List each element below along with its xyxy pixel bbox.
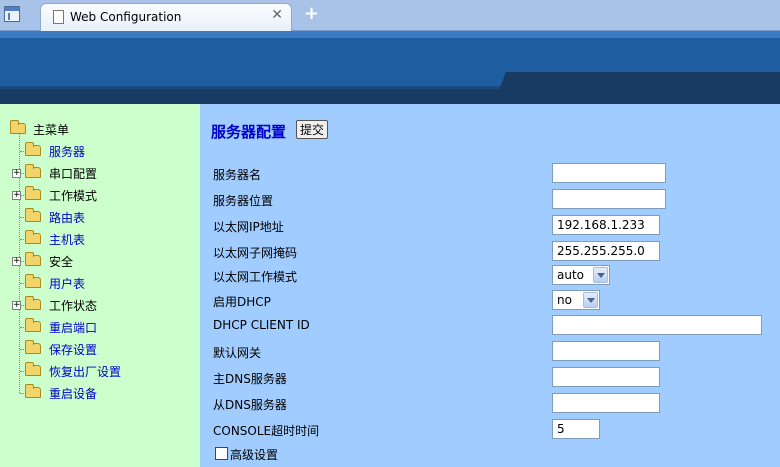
banner-highlight [0,31,780,38]
sidebar-item-label: 串口配置 [49,167,98,181]
window-menu-icon[interactable] [4,6,20,22]
text-input[interactable]: 192.168.1.233 [552,215,660,235]
sidebar-item-label: 路由表 [49,211,86,225]
submit-button[interactable]: 提交 [296,120,329,139]
sidebar-item[interactable]: + 工作模式 [0,184,200,206]
advanced-settings-label: 高级设置 [230,448,279,462]
banner-wedge [494,72,780,104]
folder-open-icon [10,120,26,134]
sidebar-item-label: 安全 [49,255,74,269]
browser-tabstrip: Web Configuration ✕ + [0,0,780,31]
sidebar-item-label: 工作状态 [49,299,98,313]
sidebar-item[interactable]: 用户表 [0,272,200,294]
field-label: 默认网关 [213,346,262,360]
field-label: 主DNS服务器 [213,372,287,386]
field-label: 服务器名 [213,168,262,182]
sidebar-item[interactable]: 重启设备 [0,382,200,404]
sidebar-item[interactable]: + 工作状态 [0,294,200,316]
text-input[interactable] [552,367,660,387]
field-label: DHCP CLIENT ID [213,318,310,332]
text-input[interactable]: 255.255.255.0 [552,241,660,261]
sidebar-item[interactable]: 重启端口 [0,316,200,338]
sidebar-item-label: 重启端口 [49,321,98,335]
text-input[interactable] [552,341,660,361]
new-tab-icon[interactable]: + [304,3,319,24]
text-input[interactable] [552,315,762,335]
sidebar-item[interactable]: 保存设置 [0,338,200,360]
chevron-down-icon[interactable] [583,292,598,308]
sidebar-root[interactable]: 主菜单 [0,118,200,140]
sidebar-menu: 主菜单 服务器 + 串口配置 + 工作模式路由表主机表 + 安全用户表 + 工作状态重启端口保存… [0,104,200,467]
text-input[interactable]: 5 [552,419,600,439]
sidebar-item-label: 用户表 [49,277,86,291]
advanced-settings-checkbox[interactable] [215,447,228,460]
folder-icon [25,230,41,244]
header-banner [0,31,780,104]
sidebar-item[interactable]: 路由表 [0,206,200,228]
sidebar-item-label: 重启设备 [49,387,98,401]
field-label: 以太网工作模式 [213,270,298,284]
text-input[interactable] [552,189,666,209]
folder-icon [25,384,41,398]
folder-icon [25,164,41,178]
page-icon [53,10,64,24]
folder-icon [25,142,41,156]
page-title: 服务器配置 [211,123,287,141]
field-label: 以太网子网掩码 [213,246,298,260]
expand-icon[interactable]: + [12,301,21,310]
sidebar-item[interactable]: + 安全 [0,250,200,272]
field-label: 从DNS服务器 [213,398,287,412]
select-value: no [557,293,572,307]
folder-icon [25,340,41,354]
expand-icon[interactable]: + [12,257,21,266]
sidebar-item[interactable]: 恢复出厂设置 [0,360,200,382]
select-field[interactable]: no [552,290,600,310]
sidebar-root-label: 主菜单 [33,123,70,137]
folder-icon [25,296,41,310]
expand-icon[interactable]: + [12,191,21,200]
text-input[interactable] [552,163,666,183]
sidebar-item-label: 服务器 [49,145,86,159]
field-label: 服务器位置 [213,194,274,208]
select-field[interactable]: auto [552,265,610,285]
folder-icon [25,208,41,222]
field-label: 启用DHCP [213,295,271,309]
chevron-down-icon[interactable] [593,267,608,283]
tab-title: Web Configuration [70,10,182,24]
sidebar-item-label: 主机表 [49,233,86,247]
folder-icon [25,186,41,200]
folder-icon [25,318,41,332]
sidebar-item[interactable]: + 串口配置 [0,162,200,184]
expand-icon[interactable]: + [12,169,21,178]
sidebar-item[interactable]: 主机表 [0,228,200,250]
field-label: CONSOLE超时时间 [213,424,320,438]
browser-tab[interactable]: Web Configuration ✕ [40,3,292,31]
text-input[interactable] [552,393,660,413]
select-value: auto [557,268,585,282]
field-label: 以太网IP地址 [213,220,284,234]
sidebar-item-label: 工作模式 [49,189,98,203]
folder-icon [25,252,41,266]
folder-icon [25,274,41,288]
close-icon[interactable]: ✕ [271,7,283,23]
sidebar-item[interactable]: 服务器 [0,140,200,162]
sidebar-item-label: 恢复出厂设置 [49,365,122,379]
main-panel: 服务器配置 提交 服务器名服务器位置以太网IP地址 192.168.1.233 以太… [200,104,780,467]
sidebar-item-label: 保存设置 [49,343,98,357]
folder-icon [25,362,41,376]
